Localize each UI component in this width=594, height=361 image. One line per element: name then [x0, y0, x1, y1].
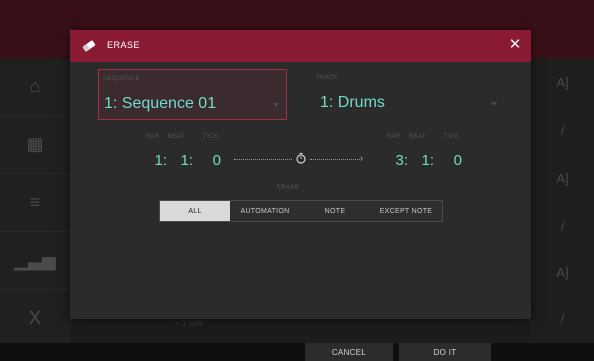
home-icon: ⌂ [0, 58, 70, 116]
pencil-icon: / [560, 310, 565, 326]
eraser-icon [82, 40, 96, 52]
grid-icon: ▦ [0, 116, 70, 174]
chevron-down-icon [491, 102, 497, 106]
erase-option-all[interactable]: ALL [160, 201, 230, 221]
dialog-header: ERASE ✕ [70, 30, 531, 62]
dialog-title: ERASE [107, 40, 141, 50]
erase-option-note[interactable]: NOTE [300, 201, 370, 221]
end-tick-label: TICK [444, 134, 460, 140]
arrow-right-icon: › [360, 153, 363, 163]
end-bar-label: BAR [387, 134, 401, 140]
end-beat-label: BEAT [409, 134, 426, 140]
start-bar-label: BAR [146, 134, 160, 140]
sequence-field[interactable]: SEQUENCE 1: Sequence 01 [98, 69, 287, 120]
start-beat-label: BEAT [168, 134, 185, 140]
levels-icon: ▁▃▅ [0, 232, 70, 290]
background-right-panel: A] / A] / A] / [531, 58, 594, 343]
start-beat-value[interactable]: 1: [167, 152, 193, 169]
close-icon[interactable]: ✕ [507, 37, 523, 53]
xy-icon: X [0, 290, 70, 348]
sequence-label: SEQUENCE [103, 76, 140, 82]
stopwatch-icon [296, 152, 306, 164]
sequence-value: 1: Sequence 01 [104, 95, 217, 112]
background-sidebar: ⌂ ▦ ≡ ▁▃▅ X [0, 58, 70, 348]
pencil-icon: / [560, 218, 565, 234]
channel-a-icon: A] [556, 264, 569, 280]
channel-a-icon: A] [556, 74, 569, 90]
erase-mode-label: ERASE [277, 185, 300, 191]
range-connector [234, 159, 292, 160]
pencil-icon: / [560, 122, 565, 138]
start-tick-value[interactable]: 0 [195, 152, 221, 169]
chevron-down-icon [273, 103, 279, 107]
track-label: TRACK [316, 75, 339, 81]
end-beat-value[interactable]: 1: [408, 152, 434, 169]
cancel-button[interactable]: CANCEL [305, 343, 393, 361]
channel-a-icon: A] [556, 170, 569, 186]
end-tick-value[interactable]: 0 [436, 152, 462, 169]
background-track-label: + 1 snth [175, 319, 204, 328]
start-tick-label: TICK [203, 134, 219, 140]
erase-option-automation[interactable]: AUTOMATION [230, 201, 300, 221]
range-connector [310, 159, 360, 160]
do-it-button[interactable]: DO IT [399, 343, 491, 361]
start-bar-value[interactable]: 1: [141, 152, 167, 169]
track-value: 1: Drums [320, 94, 385, 111]
erase-mode-selector: ALL AUTOMATION NOTE EXCEPT NOTE [159, 200, 443, 222]
erase-option-except-note[interactable]: EXCEPT NOTE [370, 201, 442, 221]
end-bar-value[interactable]: 3: [382, 152, 408, 169]
bottom-bar [0, 343, 594, 361]
app-screen: ⌂ ▦ ≡ ▁▃▅ X A] / A] / A] / + 1 snth CANC… [0, 0, 594, 361]
mixer-icon: ≡ [0, 174, 70, 232]
track-field[interactable]: TRACK 1: Drums [310, 69, 500, 120]
erase-dialog: ERASE ✕ SEQUENCE 1: Sequence 01 TRACK 1:… [70, 30, 531, 319]
